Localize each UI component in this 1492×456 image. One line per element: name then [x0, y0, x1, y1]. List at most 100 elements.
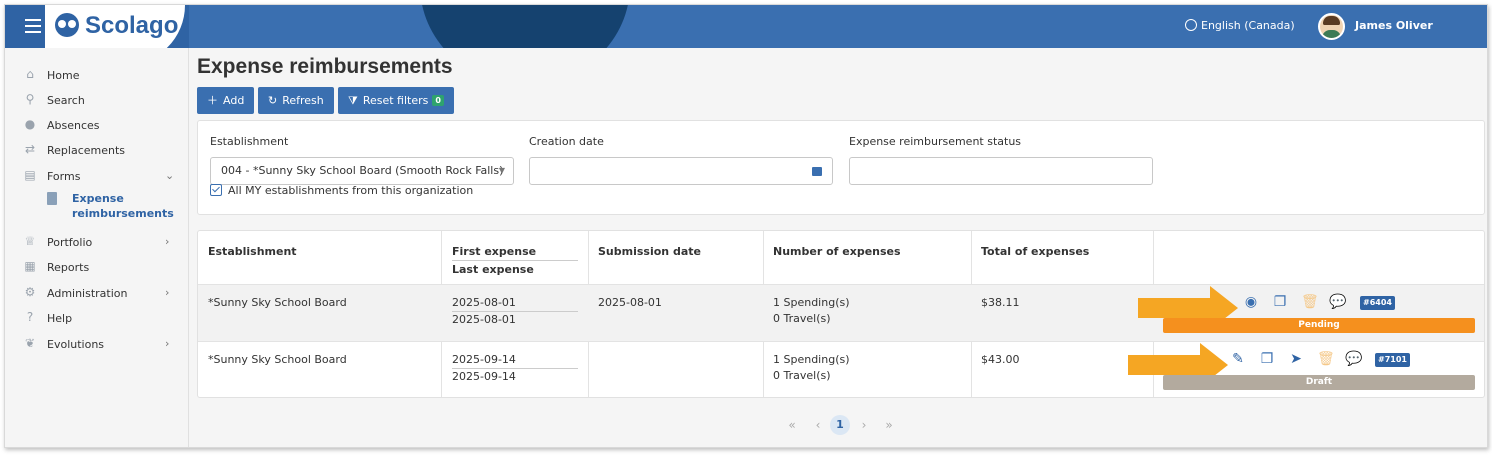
- cell-expense-dates: 2025-08-01 2025-08-01: [452, 295, 578, 328]
- column-header-total-of-expenses[interactable]: Total of expenses: [981, 243, 1089, 260]
- column-header-expense-dates[interactable]: First expense Last expense: [452, 243, 578, 278]
- gear-icon: ⚙: [24, 285, 36, 299]
- calendar-icon[interactable]: [812, 167, 822, 176]
- checkbox-checked-icon[interactable]: [210, 184, 222, 196]
- sidebar-item-label: Evolutions: [47, 338, 105, 351]
- owl-logo-icon: [55, 13, 79, 37]
- view-eye-icon[interactable]: ◉: [1243, 294, 1259, 310]
- column-header-number-of-expenses[interactable]: Number of expenses: [773, 243, 901, 260]
- sidebar-item-absences[interactable]: ● Absences: [5, 114, 189, 138]
- hamburger-menu-icon[interactable]: [25, 19, 41, 33]
- app-window: Scolago English (Canada) James Oliver ⌂ …: [4, 4, 1488, 448]
- cell-first-expense: 2025-08-01: [452, 295, 578, 312]
- help-icon: ?: [26, 310, 34, 324]
- establishment-select-value: 004 - *Sunny Sky School Board (Smooth Ro…: [221, 164, 504, 177]
- all-my-establishments-checkbox[interactable]: All MY establishments from this organiza…: [210, 184, 473, 197]
- status-label: Expense reimbursement status: [849, 135, 1022, 148]
- delete-trash-icon[interactable]: 🗑: [1317, 351, 1335, 367]
- reports-icon: ▦: [24, 259, 36, 273]
- cell-establishment: *Sunny Sky School Board: [208, 296, 347, 309]
- cell-last-expense: 2025-09-14: [452, 370, 516, 383]
- cell-last-expense: 2025-08-01: [452, 313, 516, 326]
- reimbursement-id-badge[interactable]: #7101: [1375, 353, 1410, 367]
- copy-icon[interactable]: ❐: [1259, 351, 1275, 367]
- refresh-button[interactable]: ↻ Refresh: [258, 87, 334, 114]
- column-header-last-expense: Last expense: [452, 263, 534, 276]
- sidebar-item-help[interactable]: ? Help: [5, 307, 189, 331]
- sidebar-item-administration[interactable]: ⚙ Administration ›: [5, 282, 189, 306]
- top-bar: Scolago English (Canada) James Oliver: [5, 5, 1487, 48]
- cell-first-expense: 2025-09-14: [452, 352, 578, 369]
- previous-page-icon[interactable]: ‹: [810, 415, 826, 435]
- last-page-icon[interactable]: »: [881, 415, 897, 435]
- cell-number-of-expenses: 1 Spending(s) 0 Travel(s): [773, 296, 850, 325]
- language-label: English (Canada): [1201, 19, 1295, 32]
- establishment-select[interactable]: 004 - *Sunny Sky School Board (Smooth Ro…: [210, 157, 514, 185]
- sidebar-item-label: Home: [47, 69, 80, 82]
- sidebar-item-label: Search: [47, 94, 85, 107]
- refresh-icon: ↻: [268, 94, 278, 107]
- filter-icon: ⧩: [348, 94, 358, 107]
- sidebar-item-forms[interactable]: ▤ Forms ⌄: [5, 165, 189, 189]
- sidebar-item-search[interactable]: ⚲ Search: [5, 89, 189, 113]
- comment-icon[interactable]: 💬: [1345, 351, 1362, 367]
- language-selector[interactable]: English (Canada): [1185, 19, 1295, 32]
- sidebar-item-label: Help: [47, 312, 73, 325]
- establishment-label: Establishment: [210, 135, 289, 148]
- column-header-submission-date[interactable]: Submission date: [598, 243, 701, 260]
- user-name[interactable]: James Oliver: [1355, 19, 1433, 32]
- chevron-right-icon: ›: [165, 286, 170, 299]
- cell-expense-dates: 2025-09-14 2025-09-14: [452, 352, 578, 385]
- page-title: Expense reimbursements: [197, 55, 453, 78]
- table-row[interactable]: *Sunny Sky School Board 2025-09-14 2025-…: [198, 341, 1484, 398]
- chevron-down-icon: ⌄: [165, 169, 175, 182]
- edit-pencil-icon[interactable]: ✎: [1230, 351, 1246, 367]
- brand-logo[interactable]: Scolago: [85, 12, 178, 40]
- filters-panel: Establishment 004 - *Sunny Sky School Bo…: [197, 120, 1485, 215]
- comment-icon[interactable]: 💬: [1329, 294, 1346, 310]
- avatar[interactable]: [1318, 13, 1345, 40]
- page-number-button[interactable]: 1: [830, 415, 850, 435]
- trophy-icon: ♕: [24, 234, 36, 248]
- cell-total: $38.11: [981, 296, 1020, 309]
- first-page-icon[interactable]: «: [784, 415, 800, 435]
- sidebar-item-label: Administration: [47, 287, 128, 300]
- send-paper-plane-icon[interactable]: ➤: [1288, 351, 1304, 367]
- reset-filters-button[interactable]: ⧩ Reset filters 0: [338, 87, 454, 114]
- plus-icon: ＋: [207, 94, 218, 107]
- sidebar: ⌂ Home ⚲ Search ● Absences ⇄ Replacement…: [5, 48, 189, 447]
- expense-form-icon: [47, 192, 57, 205]
- cell-total: $43.00: [981, 353, 1020, 366]
- status-input[interactable]: [849, 157, 1153, 185]
- globe-icon: [1185, 19, 1197, 31]
- delete-trash-icon[interactable]: 🗑: [1301, 294, 1319, 310]
- absences-icon: ●: [24, 117, 36, 131]
- sidebar-item-reports[interactable]: ▦ Reports: [5, 256, 189, 280]
- sidebar-item-label: Forms: [47, 170, 81, 183]
- next-page-icon[interactable]: ›: [856, 415, 872, 435]
- creation-date-input[interactable]: [529, 157, 833, 185]
- expenses-table: Establishment First expense Last expense…: [197, 230, 1485, 398]
- column-header-establishment[interactable]: Establishment: [208, 243, 297, 260]
- chevron-right-icon: ›: [165, 337, 170, 350]
- sidebar-item-portfolio[interactable]: ♕ Portfolio ›: [5, 231, 189, 255]
- home-icon: ⌂: [26, 67, 34, 81]
- add-button[interactable]: ＋ Add: [197, 87, 255, 114]
- sidebar-item-label: Reports: [47, 261, 90, 274]
- reimbursement-id-badge[interactable]: #6404: [1360, 296, 1395, 310]
- subitem-label-line1: Expense: [72, 192, 124, 205]
- chevron-right-icon: ›: [165, 235, 170, 248]
- cell-number-of-expenses: 1 Spending(s) 0 Travel(s): [773, 353, 850, 382]
- forms-icon: ▤: [24, 168, 36, 182]
- column-header-first-expense: First expense: [452, 243, 578, 261]
- sidebar-item-label: Replacements: [47, 144, 126, 157]
- checkbox-label: All MY establishments from this organiza…: [228, 184, 474, 197]
- sidebar-item-home[interactable]: ⌂ Home: [5, 64, 189, 88]
- table-row[interactable]: *Sunny Sky School Board 2025-08-01 2025-…: [198, 284, 1484, 341]
- sidebar-item-evolutions[interactable]: ❦ Evolutions ›: [5, 333, 189, 357]
- copy-icon[interactable]: ❐: [1272, 294, 1288, 310]
- brand-area: Scolago: [5, 5, 189, 48]
- sidebar-item-label: Portfolio: [47, 236, 93, 249]
- sidebar-item-replacements[interactable]: ⇄ Replacements: [5, 139, 189, 163]
- pagination: « ‹ 1 › »: [5, 415, 1487, 435]
